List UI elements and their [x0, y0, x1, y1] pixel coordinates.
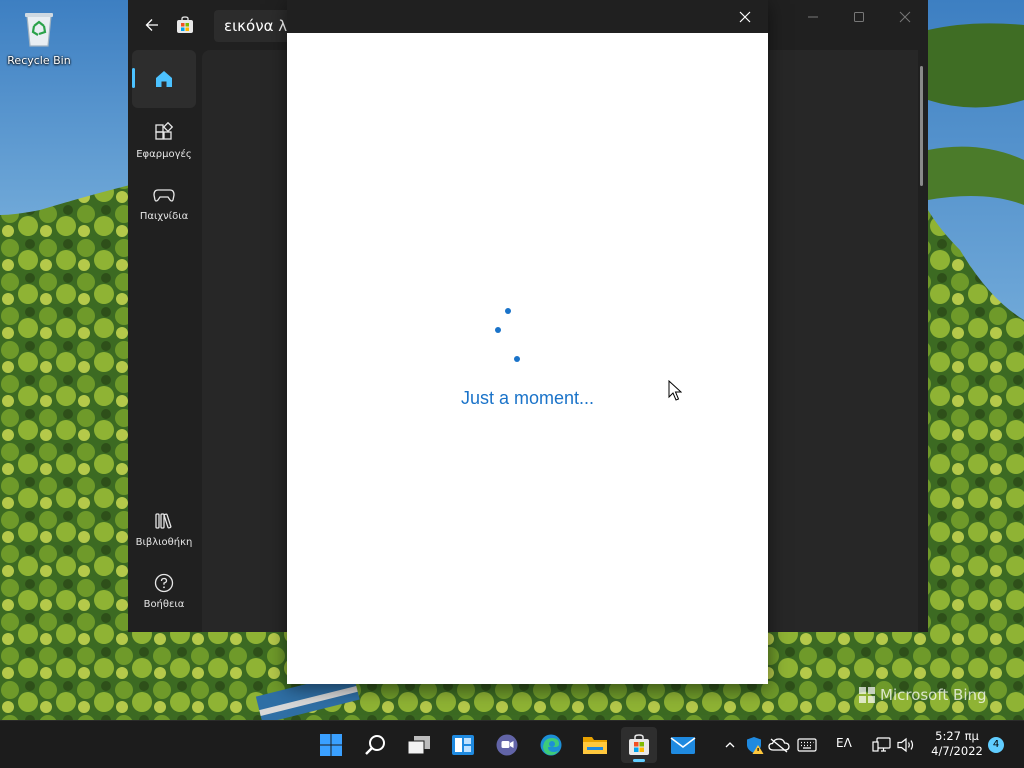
task-view-button[interactable] [401, 727, 437, 763]
recycle-bin-label: Recycle Bin [7, 54, 71, 67]
teams-chat-icon [496, 734, 518, 756]
nav-library[interactable]: Βιβλιοθήκη [132, 500, 196, 558]
speaker-icon [897, 737, 914, 753]
maximize-button[interactable] [836, 0, 882, 34]
close-icon [899, 11, 911, 23]
spinner-dot [505, 308, 511, 314]
nav-help[interactable]: Βοήθεια [132, 562, 196, 620]
onedrive-offline-icon [768, 738, 790, 753]
nav-home[interactable] [132, 50, 196, 108]
volume-tray-button[interactable] [895, 734, 917, 756]
keyboard-icon [797, 738, 817, 752]
maximize-icon [854, 12, 864, 22]
security-tray-button[interactable] [744, 734, 766, 756]
start-button[interactable] [313, 727, 349, 763]
edge-icon [540, 734, 562, 756]
search-icon [365, 735, 385, 755]
mouse-cursor [668, 379, 683, 406]
onedrive-tray-button[interactable] [768, 734, 790, 756]
loading-dialog: Just a moment... [287, 0, 768, 684]
apps-icon [155, 122, 174, 140]
store-taskbar-button[interactable] [621, 727, 657, 763]
loading-text: Just a moment... [460, 388, 595, 408]
gamepad-icon [153, 189, 175, 202]
store-icon [629, 734, 649, 755]
nav-help-label: Βοήθεια [143, 599, 185, 610]
dialog-close-button[interactable] [722, 0, 768, 33]
arrow-left-icon [145, 19, 158, 31]
spinner-dot [495, 327, 501, 333]
teams-chat-button[interactable] [489, 727, 525, 763]
store-logo-icon [177, 16, 193, 33]
chevron-up-icon [725, 742, 735, 748]
scrollbar[interactable] [920, 66, 923, 186]
nav-apps[interactable]: Εφαρμογές [132, 112, 196, 170]
edge-button[interactable] [533, 727, 569, 763]
microsoft-logo-icon [859, 687, 875, 703]
minimize-icon [808, 16, 818, 18]
widgets-icon [452, 735, 474, 755]
dialog-titlebar [287, 0, 768, 33]
cursor-arrow-icon [668, 379, 683, 401]
file-explorer-icon [583, 737, 607, 754]
notification-badge[interactable]: 4 [988, 737, 1004, 753]
library-icon [155, 513, 172, 529]
recycle-bin-icon [25, 13, 53, 47]
nav-games-label: Παιχνίδια [139, 211, 189, 222]
help-icon [154, 573, 174, 593]
nav-library-label: Βιβλιοθήκη [135, 537, 193, 548]
back-button[interactable] [138, 8, 166, 42]
close-icon [739, 11, 751, 22]
file-explorer-button[interactable] [577, 727, 613, 763]
store-logo [174, 14, 196, 36]
shield-warning-icon [747, 737, 764, 754]
clock-date: 4/7/2022 [931, 744, 983, 758]
show-hidden-icons-button[interactable] [719, 734, 741, 756]
task-view-icon [407, 736, 430, 755]
close-window-button[interactable] [882, 0, 928, 34]
running-indicator [633, 759, 645, 762]
nav-apps-label: Εφαρμογές [136, 149, 192, 160]
network-tray-button[interactable] [871, 734, 893, 756]
touch-keyboard-button[interactable] [796, 734, 818, 756]
start-icon [320, 734, 342, 756]
nav-games[interactable]: Παιχνίδια [132, 174, 196, 232]
taskbar-search-button[interactable] [357, 727, 393, 763]
recycle-bin-desktop-icon[interactable]: Recycle Bin [4, 8, 74, 67]
clock-button[interactable]: 5:27 πμ 4/7/2022 [926, 729, 988, 759]
watermark-text: Microsoft Bing [880, 686, 987, 704]
clock-time: 5:27 πμ [935, 729, 979, 743]
spinner-dot [514, 356, 520, 362]
taskbar: ΕΛ 5:27 πμ 4/7/2022 4 [0, 720, 1024, 768]
input-language-indicator[interactable]: ΕΛ [836, 736, 852, 750]
loading-spinner [287, 0, 768, 684]
store-nav-sidebar: Εφαρμογές Παιχνίδια Βιβλιοθήκη Βοήθεια [128, 50, 200, 632]
minimize-button[interactable] [790, 0, 836, 34]
network-icon [872, 737, 891, 752]
widgets-button[interactable] [445, 727, 481, 763]
home-icon [156, 71, 172, 87]
mail-button[interactable] [665, 727, 701, 763]
mail-icon [670, 737, 696, 754]
active-indicator [132, 68, 135, 88]
bing-watermark: Microsoft Bing [858, 686, 987, 704]
